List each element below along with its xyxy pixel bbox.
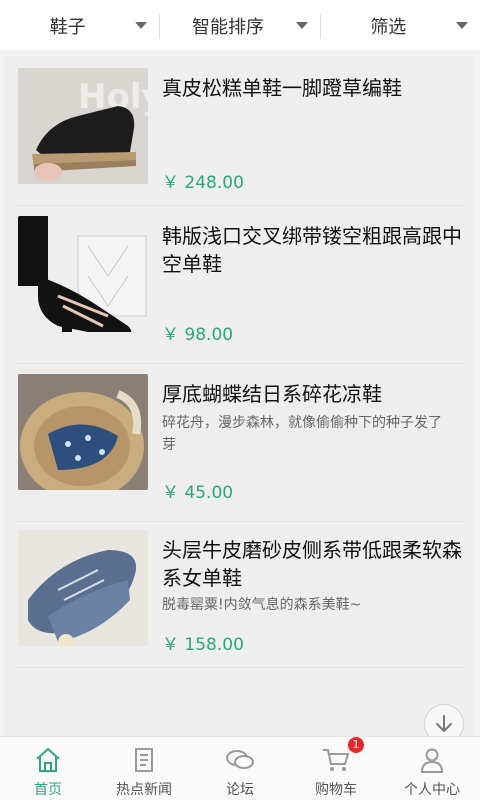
bottom-tab-bar: 首页 热点新闻 论坛 1 购物车 个人中心 [0, 736, 480, 800]
arrow-down-icon [436, 715, 452, 733]
product-price: ￥ 45.00 [162, 483, 234, 503]
product-thumbnail[interactable]: Holy [18, 68, 148, 184]
caret-down-icon [295, 21, 308, 29]
filter-sort[interactable]: 智能排序 [160, 0, 319, 52]
product-list[interactable]: Holy 真皮松糕单鞋一脚蹬草编鞋 ￥ 248.00 韩版浅口交叉绑带镂空粗跟高… [4, 56, 474, 736]
product-title[interactable]: 真皮松糕单鞋一脚蹬草编鞋 [162, 74, 462, 102]
product-price: ￥ 248.00 [162, 173, 244, 193]
product-item[interactable]: 韩版浅口交叉绑带镂空粗跟高跟中空单鞋 ￥ 98.00 [16, 210, 464, 364]
tab-label: 首页 [34, 782, 62, 798]
cart-count-badge: 1 [348, 737, 364, 753]
forum-icon [225, 745, 255, 775]
filter-category[interactable]: 鞋子 [0, 0, 159, 52]
product-item[interactable]: 头层牛皮磨砂皮侧系带低跟柔软森系女单鞋 脱毒罂粟!内敛气息的森系美鞋~ ￥ 15… [16, 524, 464, 668]
product-item[interactable]: Holy 真皮松糕单鞋一脚蹬草编鞋 ￥ 248.00 [16, 62, 464, 206]
caret-down-icon [455, 21, 468, 29]
filter-sort-label: 智能排序 [191, 16, 264, 38]
product-title[interactable]: 韩版浅口交叉绑带镂空粗跟高跟中空单鞋 [162, 222, 462, 278]
home-icon [33, 745, 63, 775]
product-thumbnail[interactable] [18, 374, 148, 490]
cart-icon [321, 745, 351, 775]
tab-cart[interactable]: 1 购物车 [288, 737, 384, 800]
product-thumbnail[interactable] [18, 530, 148, 646]
tab-label: 热点新闻 [116, 782, 172, 798]
tab-profile[interactable]: 个人中心 [384, 737, 480, 800]
filter-screen[interactable]: 筛选 [321, 0, 480, 52]
filter-screen-label: 筛选 [370, 16, 407, 38]
product-price: ￥ 158.00 [162, 635, 244, 655]
tab-label: 论坛 [226, 782, 254, 798]
product-item[interactable]: 厚底蝴蝶结日系碎花凉鞋 碎花舟，漫步森林，就像偷偷种下的种子发了芽 ￥ 45.0… [16, 368, 464, 522]
filter-bar: 鞋子 智能排序 筛选 [0, 0, 480, 52]
caret-down-icon [135, 21, 148, 29]
tab-forum[interactable]: 论坛 [192, 737, 288, 800]
tab-label: 购物车 [315, 782, 357, 798]
product-description: 脱毒罂粟!内敛气息的森系美鞋~ [162, 597, 362, 613]
user-icon [417, 745, 447, 775]
filter-category-label: 鞋子 [49, 16, 86, 38]
product-description: 碎花舟，漫步森林，就像偷偷种下的种子发了芽 [162, 415, 442, 453]
product-title[interactable]: 厚底蝴蝶结日系碎花凉鞋 [162, 380, 462, 408]
product-thumbnail[interactable] [18, 216, 148, 332]
news-icon [129, 745, 159, 775]
tab-news[interactable]: 热点新闻 [96, 737, 192, 800]
tab-label: 个人中心 [404, 782, 460, 798]
product-title[interactable]: 头层牛皮磨砂皮侧系带低跟柔软森系女单鞋 [162, 536, 462, 592]
product-price: ￥ 98.00 [162, 325, 234, 345]
tab-home[interactable]: 首页 [0, 737, 96, 800]
